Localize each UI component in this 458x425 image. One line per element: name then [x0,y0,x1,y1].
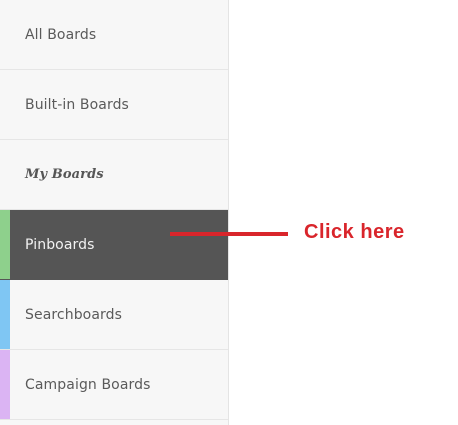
sidebar-item-pinboards[interactable]: Pinboards [0,210,228,280]
sidebar-item-label: All Boards [25,26,97,43]
sidebar-item-searchboards[interactable]: Searchboards [0,280,228,350]
section-heading: My Boards [25,167,104,182]
sidebar-item-label: Searchboards [25,306,123,323]
sidebar-item-label: Pinboards [25,236,95,253]
searchboards-color-bar [0,280,10,349]
sidebar-item-all-boards[interactable]: All Boards [0,0,228,70]
annotation-click-here: Click here [304,221,405,243]
sidebar-item-campaign-boards[interactable]: Campaign Boards [0,350,228,420]
sidebar-item-built-in-boards[interactable]: Built-in Boards [0,70,228,140]
campaign-boards-color-bar [0,350,10,419]
pinboards-color-bar [0,210,10,279]
sidebar-item-label: Campaign Boards [25,376,151,393]
app-root: All Boards Built-in Boards My Boards Pin… [0,0,458,425]
sidebar-section-my-boards: My Boards [0,140,228,210]
boards-sidebar: All Boards Built-in Boards My Boards Pin… [0,0,229,425]
sidebar-item-label: Built-in Boards [25,96,129,113]
annotation-arrow-line [170,232,288,236]
